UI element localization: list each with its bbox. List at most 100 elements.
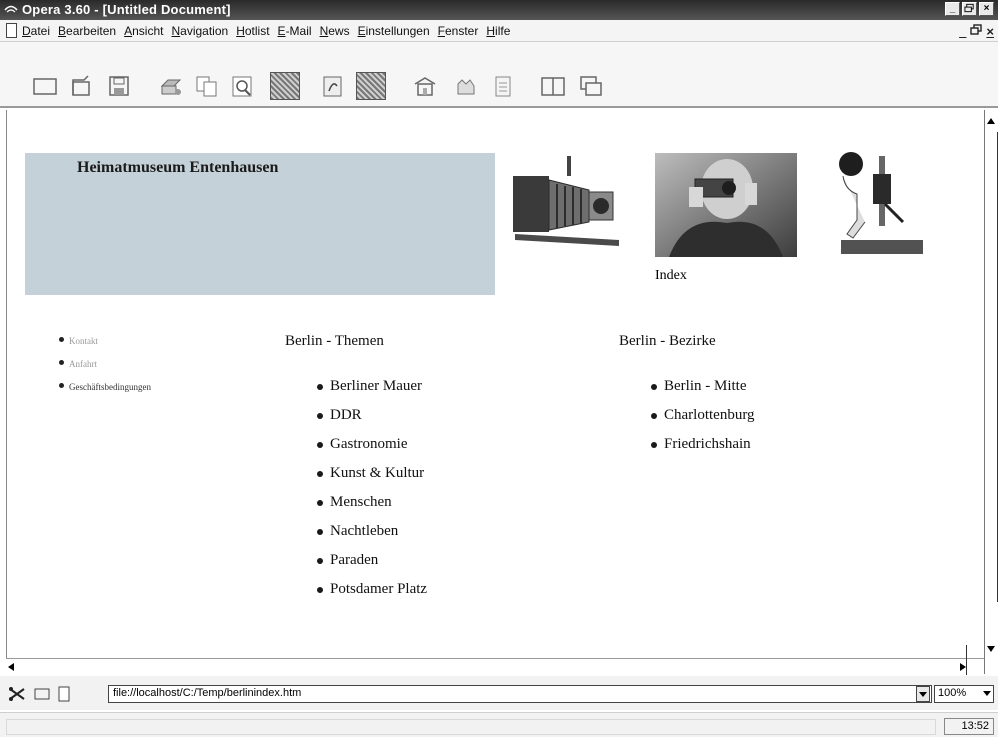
themes-heading: Berlin - Themen <box>285 333 384 349</box>
chevron-down-icon <box>983 691 991 696</box>
open-button[interactable] <box>70 74 96 98</box>
print-button[interactable] <box>158 74 184 98</box>
menu-datei[interactable]: Datei <box>21 24 51 38</box>
small-nav-link[interactable]: Kontakt <box>69 336 98 346</box>
clock: 13:52 <box>944 718 994 735</box>
bullet-icon <box>317 412 323 419</box>
doc-minimize-button[interactable]: _ <box>959 24 966 39</box>
theme-link[interactable]: Menschen <box>330 494 392 511</box>
small-nav: Kontakt Anfahrt Geschäftsbedingungen <box>59 336 151 405</box>
list-item[interactable]: Paraden <box>317 546 427 575</box>
list-item[interactable]: Charlottenburg <box>651 401 755 430</box>
page-icon[interactable] <box>58 686 70 702</box>
toolbar <box>0 42 998 108</box>
theme-link[interactable]: Kunst & Kultur <box>330 465 424 482</box>
new-window-button[interactable] <box>32 74 58 98</box>
cascade-button[interactable] <box>578 74 604 98</box>
find-button[interactable] <box>230 74 256 98</box>
vertical-scrollbar[interactable] <box>984 110 998 674</box>
districts-heading: Berlin - Bezirke <box>619 333 716 349</box>
index-label: Index <box>655 268 687 283</box>
url-input[interactable]: file://localhost/C:/Temp/berlinindex.htm <box>108 685 932 703</box>
menu-ansicht[interactable]: Ansicht <box>123 24 164 38</box>
list-item[interactable]: DDR <box>317 401 427 430</box>
theme-link[interactable]: Gastronomie <box>330 436 407 453</box>
list-item[interactable]: Berliner Mauer <box>317 372 427 401</box>
news-image-button[interactable] <box>356 72 386 100</box>
bullet-icon <box>317 383 323 390</box>
resize-corner[interactable] <box>966 645 984 675</box>
small-nav-item[interactable]: Anfahrt <box>59 359 151 369</box>
copy-button[interactable] <box>194 74 220 98</box>
title-bar: Opera 3.60 - [Untitled Document] _ × <box>0 0 998 20</box>
theme-link[interactable]: Paraden <box>330 552 378 569</box>
page-viewport: Heimatmuseum Entenhausen Index Kontakt A… <box>6 110 984 674</box>
save-button[interactable] <box>106 74 132 98</box>
bullet-icon <box>317 441 323 448</box>
list-item[interactable]: Berlin - Mitte <box>651 372 755 401</box>
bullet-icon <box>317 557 323 564</box>
minimize-button[interactable]: _ <box>945 2 960 16</box>
list-item[interactable]: Nachtleben <box>317 517 427 546</box>
zoom-select[interactable]: 100% <box>934 685 994 703</box>
tile-button[interactable] <box>540 74 566 98</box>
document-icon[interactable] <box>6 23 17 38</box>
theme-link[interactable]: Potsdamer Platz <box>330 581 427 598</box>
small-nav-link[interactable]: Geschäftsbedingungen <box>69 382 151 392</box>
districts-list: Berlin - Mitte Charlottenburg Friedrichs… <box>651 372 755 459</box>
close-button[interactable]: × <box>979 2 994 16</box>
printer-icon <box>160 79 182 95</box>
menu-navigation[interactable]: Navigation <box>170 24 229 38</box>
home-button[interactable] <box>412 74 438 98</box>
menu-einstellungen[interactable]: Einstellungen <box>357 24 431 38</box>
list-item[interactable]: Potsdamer Platz <box>317 575 427 604</box>
open-folder-icon <box>72 75 90 96</box>
history-button[interactable] <box>490 74 516 98</box>
zoom-value: 100% <box>938 687 967 699</box>
small-nav-link[interactable]: Anfahrt <box>69 359 97 369</box>
window-icon[interactable] <box>34 688 50 700</box>
hotlist-button[interactable] <box>452 74 478 98</box>
notes-button[interactable] <box>320 74 346 98</box>
magnifier-page-icon <box>232 76 252 97</box>
horizontal-scrollbar[interactable] <box>6 645 984 675</box>
menu-fenster[interactable]: Fenster <box>437 24 480 38</box>
opera-app-icon[interactable] <box>4 4 18 16</box>
scroll-left-icon[interactable] <box>8 663 14 671</box>
doc-restore-icon[interactable] <box>970 24 983 36</box>
small-nav-item[interactable]: Geschäftsbedingungen <box>59 382 151 392</box>
menu-hotlist[interactable]: Hotlist <box>235 24 270 38</box>
list-item[interactable]: Menschen <box>317 488 427 517</box>
mail-image-button[interactable] <box>270 72 300 100</box>
restore-icon <box>964 3 974 13</box>
small-nav-item[interactable]: Kontakt <box>59 336 151 346</box>
district-link[interactable]: Friedrichshain <box>664 436 751 453</box>
menu-hilfe[interactable]: Hilfe <box>485 24 511 38</box>
doc-close-button[interactable]: × <box>986 24 994 39</box>
scroll-thumb[interactable] <box>984 132 998 602</box>
theme-link[interactable]: Berliner Mauer <box>330 378 422 395</box>
home-icon <box>414 77 436 96</box>
bullet-icon <box>59 337 64 342</box>
museum-banner: Heimatmuseum Entenhausen <box>25 153 495 295</box>
hand-pointer-icon <box>457 79 475 95</box>
scissors-icon[interactable] <box>8 687 26 701</box>
scroll-up-icon[interactable] <box>987 118 995 124</box>
list-item[interactable]: Gastronomie <box>317 430 427 459</box>
district-link[interactable]: Charlottenburg <box>664 407 755 424</box>
banner-title: Heimatmuseum Entenhausen <box>77 159 279 176</box>
note-page-icon <box>323 76 342 97</box>
scroll-down-icon[interactable] <box>987 646 995 652</box>
url-dropdown-button[interactable] <box>916 686 930 702</box>
list-item[interactable]: Kunst & Kultur <box>317 459 427 488</box>
list-item[interactable]: Friedrichshain <box>651 430 755 459</box>
menu-email[interactable]: E-Mail <box>277 24 313 38</box>
menu-news[interactable]: News <box>319 24 351 38</box>
theme-link[interactable]: Nachtleben <box>330 523 398 540</box>
district-link[interactable]: Berlin - Mitte <box>664 378 747 395</box>
menu-bearbeiten[interactable]: Bearbeiten <box>57 24 117 38</box>
restore-button[interactable] <box>962 2 977 16</box>
theme-link[interactable]: DDR <box>330 407 362 424</box>
bullet-icon <box>59 383 64 388</box>
bullet-icon <box>317 586 323 593</box>
